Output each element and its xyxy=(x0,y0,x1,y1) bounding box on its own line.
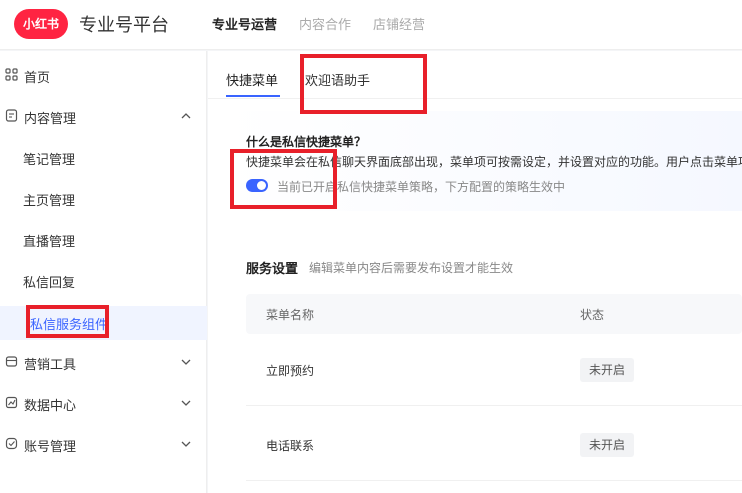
menu-item-name: 电话联系 xyxy=(266,439,315,453)
shield-check-icon xyxy=(5,437,18,450)
nav-store-management[interactable]: 店铺经营 xyxy=(373,14,425,33)
service-settings-hint: 编辑菜单内容后需要发布设置才能生效 xyxy=(309,261,514,275)
chevron-up-icon[interactable] xyxy=(180,110,192,122)
nav-pro-operations[interactable]: 专业号运营 xyxy=(212,14,277,33)
nav-content-cooperation[interactable]: 内容合作 xyxy=(299,14,351,33)
sidebar-item-label: 首页 xyxy=(24,71,51,86)
document-icon xyxy=(5,109,18,122)
chevron-down-icon[interactable] xyxy=(180,356,192,368)
sidebar-item-label: 主页管理 xyxy=(23,194,76,209)
main-content: 快捷菜单 欢迎语助手 什么是私信快捷菜单？ 快捷菜单会在私信聊天界面底部出现，菜… xyxy=(208,51,742,493)
info-title: 什么是私信快捷菜单？ xyxy=(246,135,367,149)
sidebar-item-live-management[interactable]: 直播管理 xyxy=(0,227,207,253)
sidebar-item-note-management[interactable]: 笔记管理 xyxy=(0,145,207,171)
tab-quick-menu[interactable]: 快捷菜单 xyxy=(226,70,278,89)
column-header-status: 状态 xyxy=(580,308,605,322)
grid-icon xyxy=(5,68,18,81)
sidebar-item-label: 营销工具 xyxy=(24,358,77,373)
status-badge: 未开启 xyxy=(580,358,635,382)
highlight-box-sidebar-item xyxy=(26,305,109,338)
sidebar-item-label: 账号管理 xyxy=(24,440,77,455)
sidebar-item-message-reply[interactable]: 私信回复 xyxy=(0,268,207,294)
status-badge: 未开启 xyxy=(580,433,635,457)
platform-title: 专业号平台 xyxy=(79,15,169,36)
sidebar-item-homepage-management[interactable]: 主页管理 xyxy=(0,186,207,212)
sidebar-item-account-management[interactable]: 账号管理 xyxy=(0,432,207,458)
sidebar-item-label: 数据中心 xyxy=(24,399,77,414)
active-tab-indicator xyxy=(226,95,280,97)
sidebar-item-label: 笔记管理 xyxy=(23,153,76,168)
highlight-box-toggle xyxy=(230,149,337,209)
table-row: 立即预约 未开启 xyxy=(246,336,742,406)
table-header: 菜单名称 状态 xyxy=(246,294,742,334)
table-row: 电话联系 未开启 xyxy=(246,411,742,481)
tag-icon xyxy=(5,356,18,367)
column-header-menu-name: 菜单名称 xyxy=(266,308,315,322)
sidebar-item-data-center[interactable]: 数据中心 xyxy=(0,391,207,417)
sidebar-item-home[interactable]: 首页 xyxy=(0,63,207,89)
xiaohongshu-logo[interactable]: 小红书 xyxy=(14,9,68,39)
sidebar: 首页 内容管理 笔记管理 主页管理 直播管理 私信回复 私信服务组件 营销工具 … xyxy=(0,51,207,493)
sidebar-item-label: 内容管理 xyxy=(24,112,77,127)
sidebar-item-content-management[interactable]: 内容管理 xyxy=(0,104,207,130)
tabs-divider xyxy=(208,98,742,99)
service-settings-title: 服务设置 xyxy=(246,262,299,277)
chevron-down-icon[interactable] xyxy=(180,397,192,409)
sidebar-item-marketing-tools[interactable]: 营销工具 xyxy=(0,350,207,376)
sidebar-item-label: 直播管理 xyxy=(23,235,76,250)
sidebar-item-label: 私信回复 xyxy=(23,276,76,291)
top-bar: 小红书 专业号平台 专业号运营 内容合作 店铺经营 xyxy=(0,0,742,50)
chart-icon xyxy=(5,396,18,409)
chevron-down-icon[interactable] xyxy=(180,438,192,450)
menu-item-name: 立即预约 xyxy=(266,364,315,378)
highlight-box-welcome-tab xyxy=(300,54,427,114)
